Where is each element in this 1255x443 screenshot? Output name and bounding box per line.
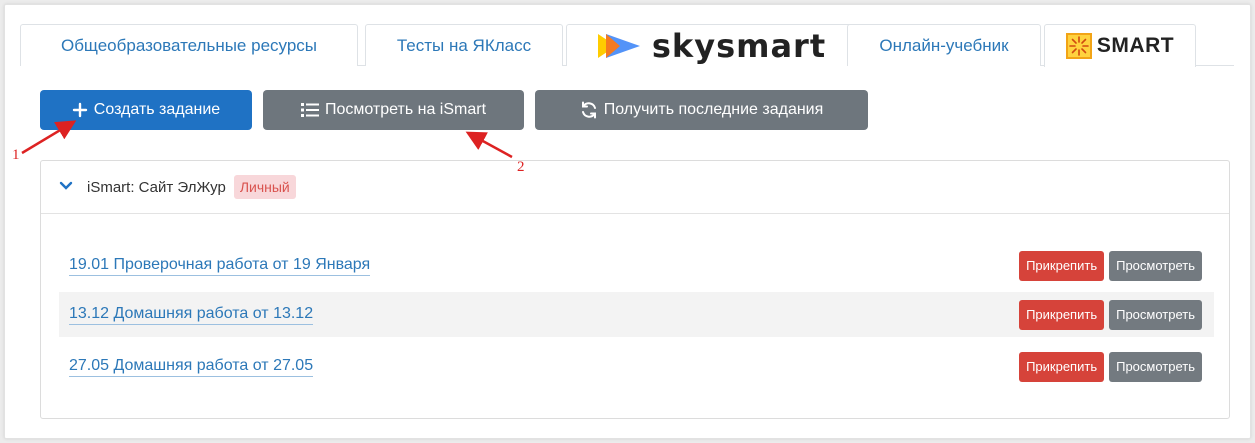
- annotation-number-2: 2: [517, 159, 525, 175]
- annotation-arrows: [21, 120, 513, 159]
- annotation-arrow-1: [21, 120, 77, 155]
- annotation-number-1: 1: [12, 147, 20, 163]
- annotation-arrow-2: [465, 131, 513, 159]
